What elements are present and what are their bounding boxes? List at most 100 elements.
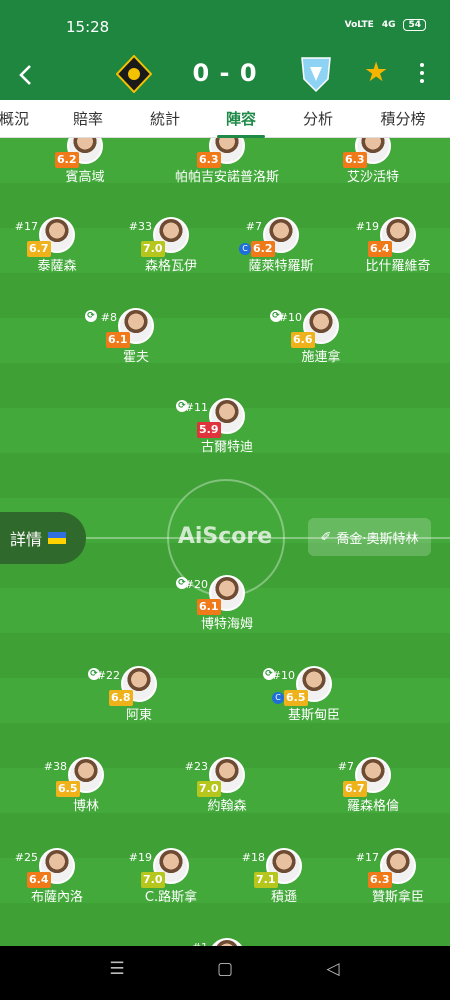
details-button[interactable]: 詳情: [0, 512, 86, 564]
player-name: 賓高域: [65, 170, 105, 185]
player-name: 艾沙活特: [346, 170, 399, 185]
status-icons: VoLTE 4G 54: [345, 19, 426, 31]
player-rating: 6.3: [343, 152, 367, 168]
shirt-number: #17: [14, 220, 38, 233]
player-card[interactable]: #17 6.7 泰薩森: [7, 217, 107, 297]
coach-name: 喬金·奧斯特林: [336, 531, 419, 547]
player-card[interactable]: #10 ⟳ C 6.5 基斯甸臣: [263, 666, 364, 746]
player-rating: 6.2: [55, 152, 79, 168]
player-card[interactable]: #22 ⟳ 6.8 阿東: [88, 666, 189, 746]
player-rating: 5.9: [197, 422, 221, 438]
player-rating: 6.3: [197, 152, 221, 168]
favorite-button[interactable]: ★: [364, 57, 388, 88]
substitution-icon: ⟳: [270, 310, 282, 322]
match-header: 0 - 0 ★: [0, 50, 450, 100]
player-card[interactable]: #10 ⟳ 6.6 施連拿: [270, 308, 371, 388]
player-rating: 6.1: [106, 332, 130, 348]
star-icon: ★: [364, 57, 389, 88]
shirt-number: #17: [355, 851, 379, 864]
shirt-number: #19: [355, 220, 379, 233]
player-name: 薩萊特羅斯: [248, 259, 314, 274]
player-rating: 6.7: [27, 241, 51, 257]
player-name: 霍夫: [122, 350, 149, 365]
player-card[interactable]: #8 ⟳ 6.1 霍夫: [85, 308, 186, 388]
player-card[interactable]: #25 6.4 布薩內洛: [7, 848, 107, 928]
tab-analysis[interactable]: 分析: [303, 108, 333, 129]
player-card[interactable]: #7 C 6.2 薩萊特羅斯: [231, 217, 331, 297]
player-card[interactable]: #17 6.3 贊斯拿臣: [348, 848, 448, 928]
player-rating: 7.0: [141, 872, 165, 888]
menu-icon[interactable]: ☰: [102, 959, 132, 979]
player-name: 古爾特迪: [200, 440, 253, 455]
player-rating: 6.4: [368, 241, 392, 257]
coach-button[interactable]: ✐ 喬金·奧斯特林: [308, 518, 431, 556]
captain-icon: C: [239, 243, 251, 255]
player-name: 施連拿: [301, 350, 341, 365]
player-card[interactable]: #33 7.0 森格瓦伊: [121, 217, 221, 297]
player-rating: 6.3: [368, 872, 392, 888]
volte-icon: VoLTE: [344, 20, 374, 30]
shirt-number: #18: [241, 851, 265, 864]
substitution-icon: ⟳: [176, 400, 188, 412]
player-name: 比什羅維奇: [365, 259, 431, 274]
player-name: 泰薩森: [37, 259, 77, 274]
substitution-icon: ⟳: [176, 577, 188, 589]
shirt-number: #7: [337, 760, 354, 773]
home-square-icon[interactable]: ▢: [210, 959, 240, 979]
system-nav-bar: ☰ ▢ ◁: [0, 946, 450, 1000]
shirt-number: #25: [14, 851, 38, 864]
shirt-number: #38: [43, 760, 67, 773]
player-name: 博特海姆: [200, 617, 253, 632]
player-name: 森格瓦伊: [144, 259, 197, 274]
player-card[interactable]: #38 6.5 博林: [36, 757, 136, 837]
back-triangle-icon[interactable]: ◁: [318, 959, 348, 979]
player-card[interactable]: 6.3 帕帕吉安諾普洛斯: [175, 138, 279, 208]
substitution-icon: ⟳: [263, 668, 275, 680]
player-rating: 6.1: [197, 599, 221, 615]
player-card[interactable]: #1: [177, 938, 277, 946]
player-name: 基斯甸臣: [287, 708, 340, 723]
status-bar: 15:28 VoLTE 4G 54: [0, 0, 450, 50]
player-rating: 7.0: [141, 241, 165, 257]
away-team-logo[interactable]: [298, 55, 334, 93]
player-name: 博林: [72, 799, 99, 814]
player-name: C.路斯拿: [144, 890, 198, 905]
player-card[interactable]: #7 6.7 羅森格倫: [323, 757, 423, 837]
battery-icon: 54: [403, 19, 426, 31]
player-card[interactable]: #18 7.1 積遜: [234, 848, 334, 928]
shirt-number: #7: [245, 220, 262, 233]
player-rating: 7.1: [254, 872, 278, 888]
more-button[interactable]: [412, 58, 432, 88]
more-vert-icon: [420, 63, 424, 67]
tab-overview[interactable]: 概況: [0, 108, 29, 129]
player-name: 帕帕吉安諾普洛斯: [174, 170, 279, 185]
player-card[interactable]: #11 ⟳ 5.9 古爾特迪: [176, 398, 277, 478]
signal-icon: 4G: [381, 20, 396, 30]
player-name: 羅森格倫: [346, 799, 399, 814]
tab-odds[interactable]: 賠率: [73, 108, 103, 129]
player-card[interactable]: 6.2 賓高域: [35, 138, 135, 208]
tab-lineup[interactable]: 陣容: [226, 108, 256, 129]
pitch: AiScore 詳情 ✐ 喬金·奧斯特林 6.2 賓高域 6.3 帕帕吉安諾普洛斯 6.…: [0, 138, 450, 946]
tab-bar: 概況 賠率 統計 陣容 分析 積分榜: [0, 100, 450, 138]
player-name: 積遜: [270, 890, 297, 905]
player-name: 約翰森: [207, 799, 247, 814]
details-label: 詳情: [10, 530, 43, 549]
status-time: 15:28: [66, 18, 110, 36]
substitution-icon: ⟳: [85, 310, 97, 322]
player-name: 布薩內洛: [30, 890, 83, 905]
player-card[interactable]: #19 6.4 比什羅維奇: [348, 217, 448, 297]
tab-standings[interactable]: 積分榜: [380, 108, 425, 129]
player-card[interactable]: 6.3 艾沙活特: [323, 138, 423, 208]
player-card[interactable]: #19 7.0 C.路斯拿: [121, 848, 221, 928]
player-card[interactable]: #23 7.0 約翰森: [177, 757, 277, 837]
player-rating: 7.0: [197, 781, 221, 797]
player-name: 阿東: [125, 708, 152, 723]
shirt-number: #19: [128, 851, 152, 864]
player-rating: 6.6: [291, 332, 315, 348]
shirt-number: #33: [128, 220, 152, 233]
player-rating: 6.2: [251, 241, 275, 257]
player-card[interactable]: #20 ⟳ 6.1 博特海姆: [176, 575, 277, 655]
captain-icon: C: [272, 692, 284, 704]
tab-stats[interactable]: 統計: [150, 108, 180, 129]
